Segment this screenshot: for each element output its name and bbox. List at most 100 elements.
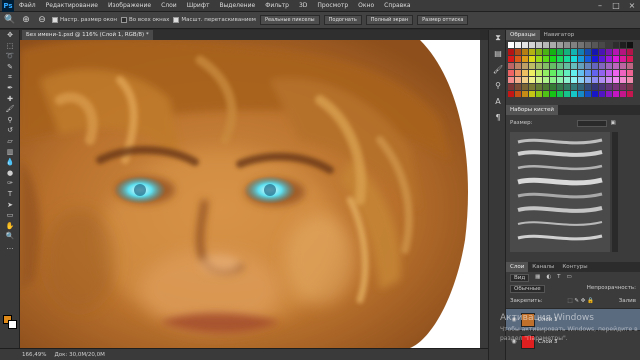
background-color-swatch[interactable] bbox=[8, 320, 17, 329]
zoom-out-icon[interactable]: ⊖ bbox=[36, 14, 48, 26]
color-swatch[interactable] bbox=[571, 84, 577, 90]
color-swatch[interactable] bbox=[606, 91, 612, 97]
color-swatch[interactable] bbox=[627, 63, 633, 69]
document-tab[interactable]: Без имени-1.psd @ 116% (Слой 1, RGB/8) * bbox=[22, 30, 153, 40]
hand-tool-icon[interactable]: ✋ bbox=[0, 221, 20, 232]
crop-tool-icon[interactable]: ⌗ bbox=[0, 72, 20, 83]
color-swatch[interactable] bbox=[557, 42, 563, 48]
color-swatch[interactable] bbox=[578, 49, 584, 55]
color-swatch[interactable] bbox=[585, 63, 591, 69]
color-swatch[interactable] bbox=[536, 91, 542, 97]
color-swatch[interactable] bbox=[508, 63, 514, 69]
color-swatch[interactable] bbox=[522, 70, 528, 76]
color-swatch[interactable] bbox=[620, 84, 626, 90]
swatches-grid[interactable] bbox=[508, 42, 636, 102]
color-swatch[interactable] bbox=[592, 56, 598, 62]
healing-brush-tool-icon[interactable]: ✚ bbox=[0, 94, 20, 105]
color-swatch[interactable] bbox=[529, 63, 535, 69]
color-swatch[interactable] bbox=[508, 91, 514, 97]
tab-paths[interactable]: Контуры bbox=[558, 262, 591, 272]
paragraph-panel-icon[interactable]: ¶ bbox=[489, 110, 507, 126]
color-swatch[interactable] bbox=[550, 84, 556, 90]
scrubby-zoom-checkbox[interactable] bbox=[173, 17, 180, 23]
brush-list-scrollbar[interactable] bbox=[612, 132, 618, 252]
resize-windows-checkbox[interactable] bbox=[52, 17, 58, 23]
type-tool-icon[interactable]: T bbox=[0, 189, 20, 200]
color-swatch[interactable] bbox=[578, 84, 584, 90]
color-swatch[interactable] bbox=[585, 91, 591, 97]
color-swatch[interactable] bbox=[599, 84, 605, 90]
dodge-tool-icon[interactable]: ● bbox=[0, 168, 20, 179]
actual-pixels-button[interactable]: Реальные пикселы bbox=[259, 15, 320, 25]
history-brush-tool-icon[interactable]: ↺ bbox=[0, 125, 20, 136]
color-swatch[interactable] bbox=[557, 56, 563, 62]
move-tool-icon[interactable]: ✥ bbox=[0, 30, 20, 41]
zoom-in-icon[interactable]: ⊕ bbox=[20, 14, 32, 26]
color-swatch[interactable] bbox=[571, 91, 577, 97]
color-swatch[interactable] bbox=[529, 77, 535, 83]
blur-tool-icon[interactable]: 💧 bbox=[0, 157, 20, 168]
color-swatch[interactable] bbox=[564, 63, 570, 69]
color-swatch[interactable] bbox=[543, 77, 549, 83]
color-swatch[interactable] bbox=[543, 42, 549, 48]
color-swatch[interactable] bbox=[543, 63, 549, 69]
color-swatch[interactable] bbox=[515, 56, 521, 62]
color-swatch[interactable] bbox=[599, 56, 605, 62]
color-swatch[interactable] bbox=[550, 91, 556, 97]
color-swatch[interactable] bbox=[564, 91, 570, 97]
color-swatch[interactable] bbox=[613, 84, 619, 90]
maximize-icon[interactable]: □ bbox=[608, 0, 624, 12]
menu-3d[interactable]: 3D bbox=[294, 2, 312, 9]
color-swatch[interactable] bbox=[606, 70, 612, 76]
color-swatch[interactable] bbox=[571, 63, 577, 69]
color-swatch[interactable] bbox=[536, 42, 542, 48]
color-swatch[interactable] bbox=[550, 56, 556, 62]
color-swatch[interactable] bbox=[627, 49, 633, 55]
brush-size-field[interactable] bbox=[576, 119, 607, 127]
menu-layers[interactable]: Слои bbox=[156, 2, 182, 9]
color-swatch[interactable] bbox=[557, 84, 563, 90]
color-swatch[interactable] bbox=[557, 91, 563, 97]
color-swatch[interactable] bbox=[613, 42, 619, 48]
color-swatch[interactable] bbox=[543, 49, 549, 55]
color-swatch[interactable] bbox=[592, 42, 598, 48]
color-swatch[interactable] bbox=[515, 84, 521, 90]
color-swatch[interactable] bbox=[613, 63, 619, 69]
brush-presets-list[interactable] bbox=[510, 132, 610, 252]
color-swatch[interactable] bbox=[522, 42, 528, 48]
pen-tool-icon[interactable]: ✑ bbox=[0, 178, 20, 189]
filter-shape-icon[interactable]: ▭ bbox=[567, 274, 572, 282]
color-swatch[interactable] bbox=[536, 63, 542, 69]
marquee-tool-icon[interactable]: ⬚ bbox=[0, 41, 20, 52]
menu-image[interactable]: Изображение bbox=[103, 2, 156, 9]
new-brush-icon[interactable]: ▣ bbox=[611, 120, 616, 126]
color-swatch[interactable] bbox=[536, 49, 542, 55]
color-swatch[interactable] bbox=[508, 84, 514, 90]
tab-navigator[interactable]: Навигатор bbox=[540, 30, 579, 40]
clone-source-icon[interactable]: ⚲ bbox=[489, 78, 507, 94]
color-swatch[interactable] bbox=[536, 84, 542, 90]
color-swatch[interactable] bbox=[585, 84, 591, 90]
color-swatch[interactable] bbox=[606, 63, 612, 69]
tab-channels[interactable]: Каналы bbox=[528, 262, 558, 272]
color-swatch[interactable] bbox=[606, 56, 612, 62]
character-panel-icon[interactable]: A bbox=[489, 94, 507, 110]
color-swatch[interactable] bbox=[529, 91, 535, 97]
filter-type-icon[interactable]: T bbox=[557, 274, 560, 282]
color-swatch[interactable] bbox=[592, 84, 598, 90]
color-swatch[interactable] bbox=[529, 49, 535, 55]
filter-pixel-icon[interactable]: ▦ bbox=[535, 274, 540, 282]
color-swatch[interactable] bbox=[571, 49, 577, 55]
color-swatch[interactable] bbox=[620, 49, 626, 55]
color-swatch[interactable] bbox=[599, 70, 605, 76]
color-swatch[interactable] bbox=[564, 77, 570, 83]
menu-select[interactable]: Выделение bbox=[214, 2, 260, 9]
color-swatch[interactable] bbox=[599, 63, 605, 69]
color-swatch[interactable] bbox=[578, 77, 584, 83]
gradient-tool-icon[interactable]: ▥ bbox=[0, 147, 20, 158]
color-swatch[interactable] bbox=[606, 84, 612, 90]
color-swatch[interactable] bbox=[599, 91, 605, 97]
color-swatch[interactable] bbox=[606, 77, 612, 83]
color-swatch[interactable] bbox=[613, 49, 619, 55]
all-windows-option[interactable]: Во всех окнах bbox=[120, 17, 169, 23]
